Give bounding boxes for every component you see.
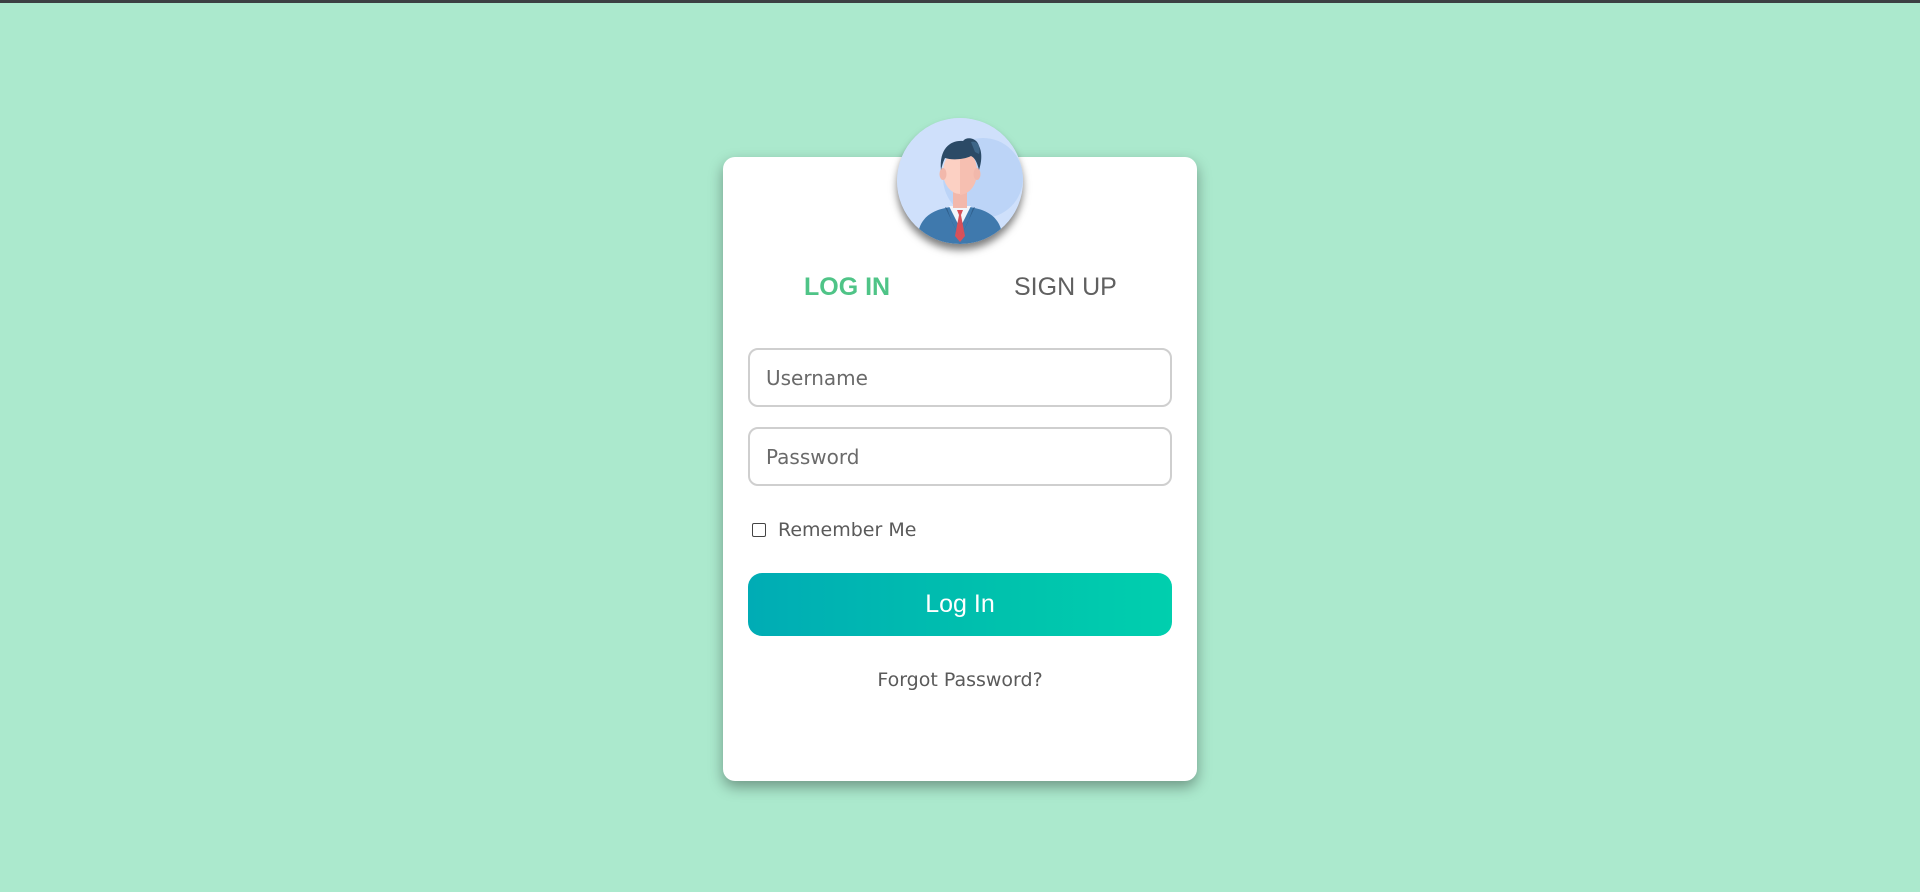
remember-me-label[interactable]: Remember Me bbox=[778, 519, 916, 541]
auth-tabs: LOG IN SIGN UP bbox=[723, 272, 1197, 302]
tab-signup[interactable]: SIGN UP bbox=[1014, 272, 1117, 302]
remember-me-row: Remember Me bbox=[752, 519, 916, 541]
window-top-border bbox=[0, 0, 1920, 3]
forgot-password-link[interactable]: Forgot Password? bbox=[723, 668, 1197, 692]
remember-me-checkbox[interactable] bbox=[752, 523, 766, 537]
username-input[interactable] bbox=[748, 348, 1172, 407]
user-avatar-icon bbox=[897, 118, 1023, 244]
login-button[interactable]: Log In bbox=[748, 573, 1172, 636]
password-input[interactable] bbox=[748, 427, 1172, 486]
tab-login[interactable]: LOG IN bbox=[804, 272, 890, 302]
